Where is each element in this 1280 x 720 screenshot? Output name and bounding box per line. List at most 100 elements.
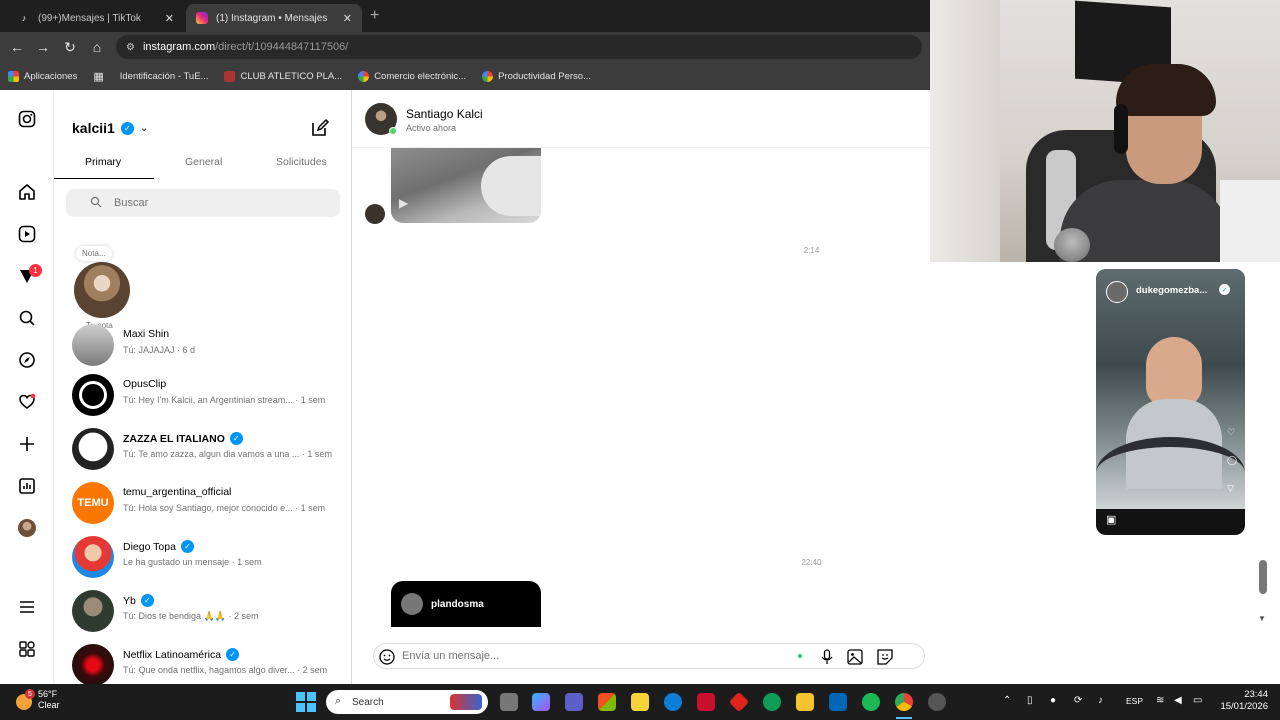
weather-widget[interactable]: 5 [16, 689, 35, 710]
site-info-icon[interactable]: ⚙ [126, 42, 135, 53]
create-icon[interactable] [16, 433, 38, 455]
search-icon[interactable] [16, 307, 38, 329]
meta-apps-icon[interactable] [16, 638, 38, 660]
sticky-notes-icon[interactable] [631, 693, 649, 711]
microphone-icon[interactable] [818, 648, 836, 666]
spotify-icon[interactable] [862, 693, 880, 711]
search-input[interactable]: Buscar [66, 189, 340, 217]
home-icon[interactable]: ⌂ [88, 38, 106, 56]
taskbar-search[interactable]: ⌕ Search [326, 690, 488, 714]
shared-profile-card[interactable]: plandosma [391, 581, 541, 627]
tab-tiktok[interactable]: ♪ (99+)Mensajes | TikTok ✕ [8, 4, 184, 32]
battery-icon[interactable]: ▭ [1193, 695, 1206, 708]
bookmark-club[interactable]: CLUB ATLETICO PLA... [224, 70, 342, 82]
file-explorer-icon[interactable] [796, 693, 814, 711]
my-note-avatar[interactable] [74, 262, 130, 318]
temu-avatar: TEMU [72, 482, 114, 524]
forward-icon[interactable]: → [34, 38, 52, 56]
close-icon[interactable]: ✕ [165, 12, 174, 25]
conversation-item[interactable]: ZAZZA EL ITALIANO ✓ Tú: Te amo zazza, alg… [72, 426, 342, 472]
settings-icon[interactable] [928, 693, 946, 711]
reel-pip-player[interactable]: dukegomezba... ✓ ♡ ◯ ▽ ▣ [1096, 269, 1245, 535]
chevron-up-icon[interactable]: ⌃ [1003, 695, 1016, 708]
conversation-item[interactable]: Yb ✓ Tú: Dios te bendiga 🙏🙏 · 2 sem [72, 588, 342, 634]
mcafee-icon[interactable] [697, 693, 715, 711]
comment-icon[interactable]: ◯ [1227, 455, 1237, 466]
usb-icon[interactable]: ▯ [1027, 695, 1040, 708]
menu-icon[interactable] [16, 596, 38, 618]
verified-icon: ✓ [180, 540, 194, 553]
tab-primary[interactable]: Primary [85, 156, 121, 168]
message-input[interactable] [402, 650, 782, 662]
start-icon[interactable] [296, 692, 316, 712]
account-switcher[interactable]: kalcii1 ✓ ⌄ [72, 120, 148, 136]
conversation-item[interactable]: Maxi Shin Tú: JAJAJAJ · 6 d [72, 322, 342, 368]
conversation-preview: Tú: Que onda netflix, hagamos algo diver… [123, 665, 328, 675]
store-icon[interactable] [598, 693, 616, 711]
bookmark-grid[interactable]: ▦ [93, 70, 103, 83]
sticker-icon[interactable] [876, 648, 894, 666]
image-icon[interactable] [846, 648, 864, 666]
tab-instagram[interactable]: (1) Instagram • Mensajes ✕ [186, 4, 362, 32]
tab-general[interactable]: General [185, 156, 222, 168]
emoji-icon[interactable] [378, 648, 396, 666]
chrome-icon[interactable] [895, 693, 913, 711]
tab-requests[interactable]: Solicitudes [276, 156, 327, 168]
compose-icon[interactable] [310, 118, 330, 138]
clock[interactable]: 23:44 15/01/2026 [1216, 689, 1268, 713]
selected-tab-indicator [54, 178, 154, 179]
reels-icon[interactable]: ▣ [1106, 513, 1116, 526]
tray-app-icon[interactable]: ● [1050, 695, 1063, 708]
instagram-logo-icon[interactable] [16, 108, 38, 130]
teams-icon[interactable] [565, 693, 583, 711]
volume-icon[interactable]: ◀ [1174, 695, 1187, 708]
explore-icon[interactable] [16, 349, 38, 371]
share-icon[interactable]: ▽ [1227, 483, 1234, 494]
search-icon [90, 196, 102, 208]
reload-icon[interactable]: ↻ [61, 38, 79, 56]
like-icon[interactable]: ♡ [1227, 427, 1235, 438]
note-bubble[interactable]: Nota... [76, 246, 112, 261]
conversation-item[interactable]: TEMU temu_argentina_official Tú: Hola so… [72, 480, 342, 526]
app-icon[interactable] [829, 693, 847, 711]
address-bar[interactable]: ⚙ instagram.com/direct/t/109444847117506… [116, 35, 922, 59]
task-view-icon[interactable] [500, 693, 518, 711]
tiktok-icon: ♪ [21, 13, 27, 23]
sync-icon[interactable]: ⟳ [1074, 695, 1087, 708]
copilot-icon[interactable] [532, 693, 550, 711]
home-icon[interactable] [16, 181, 38, 203]
reel-username[interactable]: dukegomezba... [1136, 285, 1207, 296]
contact-name[interactable]: Santiago Kalci [406, 107, 483, 121]
language-indicator[interactable]: ESP [1126, 696, 1143, 706]
dashboard-icon[interactable] [16, 475, 38, 497]
wifi-icon[interactable]: ≋ [1156, 695, 1169, 708]
conversation-item[interactable]: Diego Topa ✓ Le ha gustado un mensaje · 1… [72, 534, 342, 580]
verified-icon: ✓ [140, 594, 154, 607]
heart-icon[interactable] [16, 391, 38, 413]
weather-text[interactable]: 56°F Clear [38, 689, 60, 711]
reels-icon[interactable] [16, 223, 38, 245]
conversation-name: Yb ✓ [123, 594, 154, 607]
profile-icon[interactable] [16, 517, 38, 539]
bookmark-productividad[interactable]: Productividad Perso... [482, 70, 591, 82]
bookmark-apps[interactable]: Aplicaciones [8, 70, 77, 82]
browser-icon[interactable] [763, 693, 781, 711]
microphone-icon[interactable]: ♪ [1098, 695, 1111, 708]
instagram-nav-rail: 1 [0, 90, 54, 684]
bookmark-label: Identificación - TuE... [119, 70, 209, 82]
scroll-down-icon[interactable]: ▼ [1258, 614, 1266, 623]
close-icon[interactable]: ✕ [343, 12, 352, 25]
scrollbar-thumb[interactable] [1259, 560, 1267, 594]
verified-icon: ✓ [120, 121, 134, 135]
bookmark-comercio[interactable]: Comercio electrónic... [358, 70, 466, 82]
message-timestamp: 2:14 [803, 246, 820, 255]
avatar[interactable] [1106, 281, 1128, 303]
back-icon[interactable]: ← [8, 38, 26, 56]
bookmark-identificacion[interactable]: Identificación - TuE... [120, 71, 209, 82]
edge-icon[interactable] [664, 693, 682, 711]
conversation-item[interactable]: OpusClip Tú: Hey I'm Kalcii, an Argentin… [72, 372, 342, 418]
new-tab-icon[interactable]: + [370, 7, 379, 25]
shared-reel-message[interactable]: ▶ [391, 148, 541, 223]
app-icon[interactable] [728, 691, 750, 713]
conversation-item[interactable]: Netflix Latinoamérica ✓ Tú: Que onda netf… [72, 642, 342, 684]
